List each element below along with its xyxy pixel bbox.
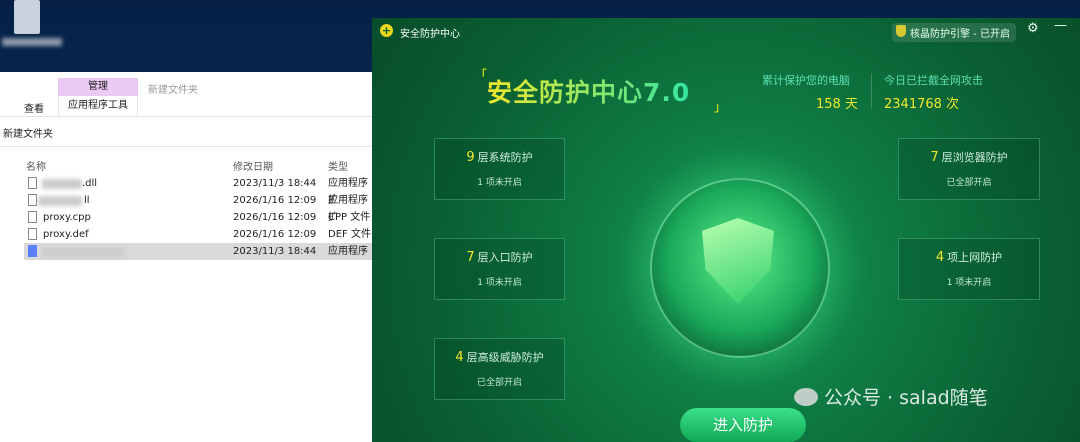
file-date: 2023/11/3 18:44 xyxy=(233,246,317,257)
divider xyxy=(871,73,872,109)
exe-file-icon xyxy=(28,245,37,257)
tab-view[interactable]: 查看 xyxy=(24,100,44,115)
tab-app-tools[interactable]: 应用程序工具 xyxy=(58,96,138,116)
attacks-value: 2341768 xyxy=(884,97,942,112)
file-date: 2023/11/3 18:44 xyxy=(233,178,317,189)
stat-attacks-value: 2341768 次 xyxy=(884,93,959,112)
blurred-name xyxy=(38,196,82,206)
column-headers: 名称 修改日期 类型 xyxy=(0,150,374,176)
minimize-button[interactable]: — xyxy=(1054,18,1067,33)
days-unit: 天 xyxy=(844,97,858,112)
card-web-protection[interactable]: 4 项上网防护 1 项未开启 xyxy=(898,238,1040,300)
app-logo-icon: + xyxy=(380,24,393,37)
card-title: 层系统防护 xyxy=(477,151,533,164)
blurred-name xyxy=(42,179,82,189)
column-date[interactable]: 修改日期 xyxy=(233,158,273,173)
shield-icon xyxy=(896,25,906,37)
file-type: DEF 文件 xyxy=(328,229,371,240)
card-title: 层高级威胁防护 xyxy=(466,351,544,364)
file-row[interactable]: proxy.def 2026/1/16 12:09 DEF 文件 xyxy=(24,226,374,243)
card-title: 层浏览器防护 xyxy=(941,151,1008,164)
file-row[interactable]: .dll 2023/11/3 18:44 应用程序扩 xyxy=(24,175,374,206)
bracket-decoration: 」 xyxy=(714,100,727,114)
headline: 安全防护中心7.0 xyxy=(487,73,690,109)
card-status: 已全部开启 xyxy=(476,378,522,388)
desktop-file-icon[interactable] xyxy=(14,0,40,34)
file-type: CPP 文件 xyxy=(328,212,371,223)
stat-attacks-label: 今日已拦截全网攻击 xyxy=(884,74,983,87)
window-title: 新建文件夹 xyxy=(148,85,198,96)
address-bar[interactable]: 新建文件夹 xyxy=(0,125,374,147)
card-advanced-threat[interactable]: 4 层高级威胁防护已全部开启 xyxy=(434,338,565,400)
file-icon xyxy=(28,228,37,240)
card-count: 7 xyxy=(466,250,475,265)
file-row[interactable]: ll 2026/1/16 12:09 应用程序扩 xyxy=(24,192,374,223)
ribbon: 管理 应用程序工具 查看 新建文件夹 xyxy=(0,72,374,117)
watermark: 公众号 · salad随笔 xyxy=(794,383,988,410)
file-date: 2026/1/16 12:09 xyxy=(233,229,317,240)
desktop-icon-label xyxy=(2,38,62,46)
dll-file-icon xyxy=(28,177,37,189)
blurred-name xyxy=(42,247,124,257)
stat-days-value: 158 天 xyxy=(816,93,858,112)
file-date: 2026/1/16 12:09 xyxy=(233,212,317,223)
card-browser-protection[interactable]: 7 层浏览器防护已全部开启 xyxy=(898,138,1040,200)
card-count: 7 xyxy=(930,150,939,165)
attacks-unit: 次 xyxy=(946,97,960,112)
card-title: 项上网防护 xyxy=(947,251,1003,264)
watermark-text: 公众号 · salad随笔 xyxy=(824,387,988,409)
card-status: 已全部开启 xyxy=(946,178,992,188)
card-status: 1 项未开启 xyxy=(477,178,522,188)
enter-protection-button[interactable]: 进入防护 xyxy=(680,408,806,442)
card-count: 4 xyxy=(455,350,464,365)
card-system-protection[interactable]: 9 层系统防护 1 项未开启 xyxy=(434,138,565,200)
security-center-window: + 安全防护中心 核晶防护引擎 - 已开启 ⚙ — 「 安全防护中心7.0 」 … xyxy=(372,18,1080,442)
tab-manage[interactable]: 管理 xyxy=(58,78,138,96)
days-value: 158 xyxy=(816,97,841,112)
engine-label: 核晶防护引擎 - 已开启 xyxy=(910,29,1010,40)
column-type[interactable]: 类型 xyxy=(328,158,348,173)
file-name: .dll xyxy=(82,178,98,189)
card-entry-protection[interactable]: 7 层入口防护 1 项未开启 xyxy=(434,238,565,300)
dll-file-icon xyxy=(28,194,37,206)
column-name[interactable]: 名称 xyxy=(26,158,46,173)
file-row-selected[interactable]: 2023/11/3 18:44 应用程序 xyxy=(24,243,374,260)
stat-days-label: 累计保护您的电脑 xyxy=(762,74,850,87)
file-date: 2026/1/16 12:09 xyxy=(233,195,317,206)
card-count: 4 xyxy=(935,250,945,265)
file-type: 应用程序 xyxy=(328,246,368,257)
engine-status[interactable]: 核晶防护引擎 - 已开启 xyxy=(892,23,1016,42)
bracket-decoration: 「 xyxy=(475,68,488,82)
settings-gear-icon[interactable]: ⚙ xyxy=(1027,21,1039,36)
file-icon xyxy=(28,211,37,223)
app-title: 安全防护中心 xyxy=(400,29,460,40)
card-title: 层入口防护 xyxy=(477,251,533,264)
file-name: ll xyxy=(84,195,90,206)
file-name: proxy.cpp xyxy=(43,212,91,223)
file-row[interactable]: proxy.cpp 2026/1/16 12:09 CPP 文件 xyxy=(24,209,374,226)
card-status: 1 项未开启 xyxy=(477,278,522,288)
file-name: proxy.def xyxy=(43,229,89,240)
file-explorer-window: 管理 应用程序工具 查看 新建文件夹 新建文件夹 名称 修改日期 类型 .dll… xyxy=(0,72,374,442)
wechat-icon xyxy=(794,388,818,406)
card-count: 9 xyxy=(466,150,475,165)
card-status: 1 项未开启 xyxy=(946,278,992,288)
